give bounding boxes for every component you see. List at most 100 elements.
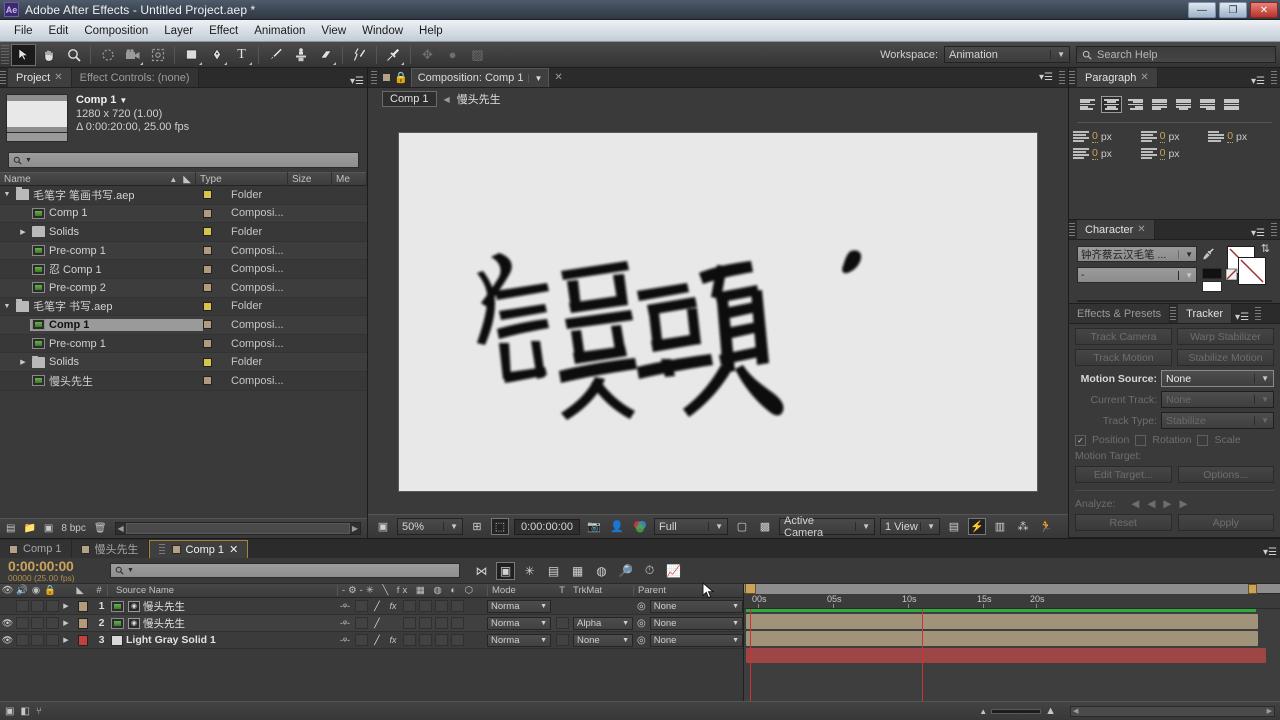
panel-grip[interactable] <box>1069 70 1075 85</box>
work-area-bar[interactable] <box>744 584 1280 594</box>
tab-character[interactable]: Character ✕ <box>1077 220 1155 239</box>
apply-button[interactable]: Apply <box>1177 514 1274 531</box>
timeline-layer-row[interactable]: ▶ 1 ◉ 慢头先生 -ᵠ- ╱ fx Norma ▼ ◎ None ▼ <box>0 598 743 615</box>
panel-grip[interactable] <box>1170 306 1177 321</box>
breadcrumb-current[interactable]: 慢头先生 <box>457 91 501 107</box>
enable-motion-blur-icon[interactable]: ▦ <box>568 562 587 580</box>
composition-mini-flowchart-icon[interactable]: ⋈ <box>472 562 491 580</box>
disclosure-triangle[interactable]: ▶ <box>16 358 30 366</box>
camera-dropdown[interactable]: Active Camera ▼ <box>779 515 875 538</box>
motion-blur-settings-icon[interactable]: ⑂ <box>36 706 42 717</box>
draft-3d-icon[interactable]: ▣ <box>496 561 515 580</box>
column-name[interactable]: Name ▲ ◣ <box>0 172 196 186</box>
layer-source-name[interactable]: Light Gray Solid 1 <box>109 634 337 646</box>
magnification-dropdown[interactable]: 50% ▼ <box>397 518 463 535</box>
views-dropdown[interactable]: 1 View ▼ <box>880 518 940 535</box>
timeline-hscrollbar[interactable]: ◀ ▶ <box>1070 705 1275 717</box>
stroke-swatch[interactable] <box>1202 281 1222 292</box>
layer-source-name[interactable]: ◉ 慢头先生 <box>109 599 337 614</box>
comp-panel-grip-right[interactable] <box>1059 70 1065 85</box>
menu-window[interactable]: Window <box>354 23 411 39</box>
panel-menu-icon[interactable]: ▾☰ <box>1260 547 1280 558</box>
project-list-item[interactable]: Pre-comp 1 Composi... <box>0 334 367 354</box>
project-list-item[interactable]: ▶ Solids Folder <box>0 353 367 372</box>
rotation-checkbox[interactable] <box>1135 434 1147 446</box>
project-item-list[interactable]: ▼ 毛笔字 笔画书写.aep Folder Comp 1 Composi... ▶ Soli… <box>0 186 367 518</box>
interpret-footage-icon[interactable]: ▣ <box>44 523 53 534</box>
workspace-dropdown[interactable]: Animation ▼ <box>944 46 1070 63</box>
selection-tool[interactable] <box>11 43 36 66</box>
breadcrumb-comp-button[interactable]: Comp 1 <box>382 91 437 107</box>
align-center-button[interactable] <box>1101 96 1122 113</box>
warp-stabilizer-button[interactable]: Warp Stabilizer <box>1177 328 1274 345</box>
viewer-timecode[interactable]: 0:00:00:00 <box>514 518 580 535</box>
layer-parent-cell[interactable]: ◎ None ▼ <box>633 633 743 647</box>
layer-source-name[interactable]: ◉ 慢头先生 <box>109 616 337 631</box>
pen-tool[interactable] <box>204 44 229 66</box>
layer-disclosure-triangle[interactable]: ▶ <box>60 619 72 627</box>
label-color-swatch[interactable] <box>203 339 212 349</box>
justify-last-left-button[interactable] <box>1149 96 1170 113</box>
panel-menu-icon[interactable]: ▾☰ <box>1232 312 1252 323</box>
timeline-layer-row[interactable]: 👁 ▶ 3 Light Gray Solid 1 -ᵠ- ╱ fx Norma ▼ None ▼… <box>0 632 743 649</box>
project-list-item[interactable]: Pre-comp 1 Composi... <box>0 241 367 261</box>
layer-duration-bar[interactable] <box>746 631 1258 646</box>
space-after-field[interactable]: 0 px <box>1140 147 1209 160</box>
layer-solo-toggle[interactable] <box>31 617 44 629</box>
toggle-switches-modes-icon[interactable]: ▣ <box>5 706 14 717</box>
menu-help[interactable]: Help <box>411 23 451 39</box>
space-before-field[interactable]: 0 px <box>1073 147 1141 160</box>
menu-edit[interactable]: Edit <box>41 23 77 39</box>
timeline-zoom-slider[interactable]: ▲ ▲ <box>979 705 1056 717</box>
search-help-input[interactable]: Search Help <box>1076 46 1276 63</box>
viewer-area[interactable] <box>368 110 1068 514</box>
column-size[interactable]: Size <box>288 172 332 186</box>
resolution-dropdown[interactable]: Full ▼ <box>654 518 728 535</box>
panel-grip-right[interactable] <box>1271 222 1277 237</box>
project-list-item[interactable]: Comp 1 Composi... <box>0 204 367 224</box>
brainstorm-icon[interactable]: ◍ <box>592 562 611 580</box>
zoom-tool[interactable] <box>61 44 86 66</box>
toolbar-grip[interactable] <box>1 44 9 65</box>
disclosure-triangle[interactable]: ▼ <box>0 191 14 198</box>
disclosure-triangle[interactable]: ▶ <box>16 228 30 236</box>
rotation-tool[interactable] <box>95 44 120 66</box>
analyze-transport-icons[interactable]: ◀◀▶▶ <box>1131 498 1195 510</box>
tab-paragraph[interactable]: Paragraph ✕ <box>1077 68 1158 87</box>
lock-icon[interactable]: 🔒 <box>394 71 408 84</box>
layer-trkmat-cell[interactable]: Alpha ▼ <box>573 616 633 630</box>
timeline-tracks[interactable]: 00s 05s 10s 15s 20s <box>744 584 1280 701</box>
fast-previews-icon[interactable]: ⚡ <box>968 518 986 535</box>
track-motion-button[interactable]: Track Motion <box>1075 349 1172 366</box>
panel-grip[interactable] <box>1069 222 1075 237</box>
bit-depth-label[interactable]: 8 bpc <box>61 523 85 534</box>
column-media[interactable]: Me <box>332 172 367 186</box>
time-ruler[interactable]: 00s 05s 10s 15s 20s <box>744 594 1280 609</box>
panel-menu-icon[interactable]: ▾☰ <box>1248 228 1268 239</box>
tab-composition-comp1[interactable]: Composition: Comp 1 ▼ <box>410 68 550 87</box>
layer-mode-cell[interactable]: Norma ▼ <box>487 599 551 613</box>
edit-target-button[interactable]: Edit Target... <box>1075 466 1172 483</box>
eraser-tool[interactable] <box>313 44 338 66</box>
menu-composition[interactable]: Composition <box>76 23 156 39</box>
reset-button[interactable]: Reset <box>1075 514 1172 531</box>
clone-stamp-tool[interactable] <box>288 44 313 66</box>
auto-keyframe-icon[interactable]: ⏱ <box>640 562 659 580</box>
preserve-transparency-toggle[interactable] <box>555 634 569 646</box>
timeline-link-icon[interactable]: ▥ <box>991 518 1009 535</box>
align-left-button[interactable] <box>1077 96 1098 113</box>
panel-grip[interactable] <box>0 70 6 85</box>
menu-effect[interactable]: Effect <box>201 23 246 39</box>
snapshot-icon[interactable]: 📷 <box>585 518 603 535</box>
always-preview-icon[interactable]: ▣ <box>374 518 392 535</box>
label-color-swatch[interactable] <box>203 376 212 386</box>
layer-parent-cell[interactable]: ◎ None ▼ <box>633 616 743 630</box>
tab-effects-presets[interactable]: Effects & Presets <box>1069 304 1171 323</box>
layer-lock-toggle[interactable] <box>46 600 59 612</box>
show-snapshot-icon[interactable]: 👤 <box>608 518 626 535</box>
project-list-item[interactable]: ▼ 毛笔字 笔画书写.aep Folder <box>0 186 367 205</box>
project-list-item[interactable]: 忍 Comp 1 Composi... <box>0 260 367 279</box>
comp-panel-menu-icon[interactable]: ▾☰ <box>1036 72 1056 83</box>
close-icon[interactable]: ✕ <box>54 72 62 83</box>
label-color-swatch[interactable] <box>203 208 212 218</box>
